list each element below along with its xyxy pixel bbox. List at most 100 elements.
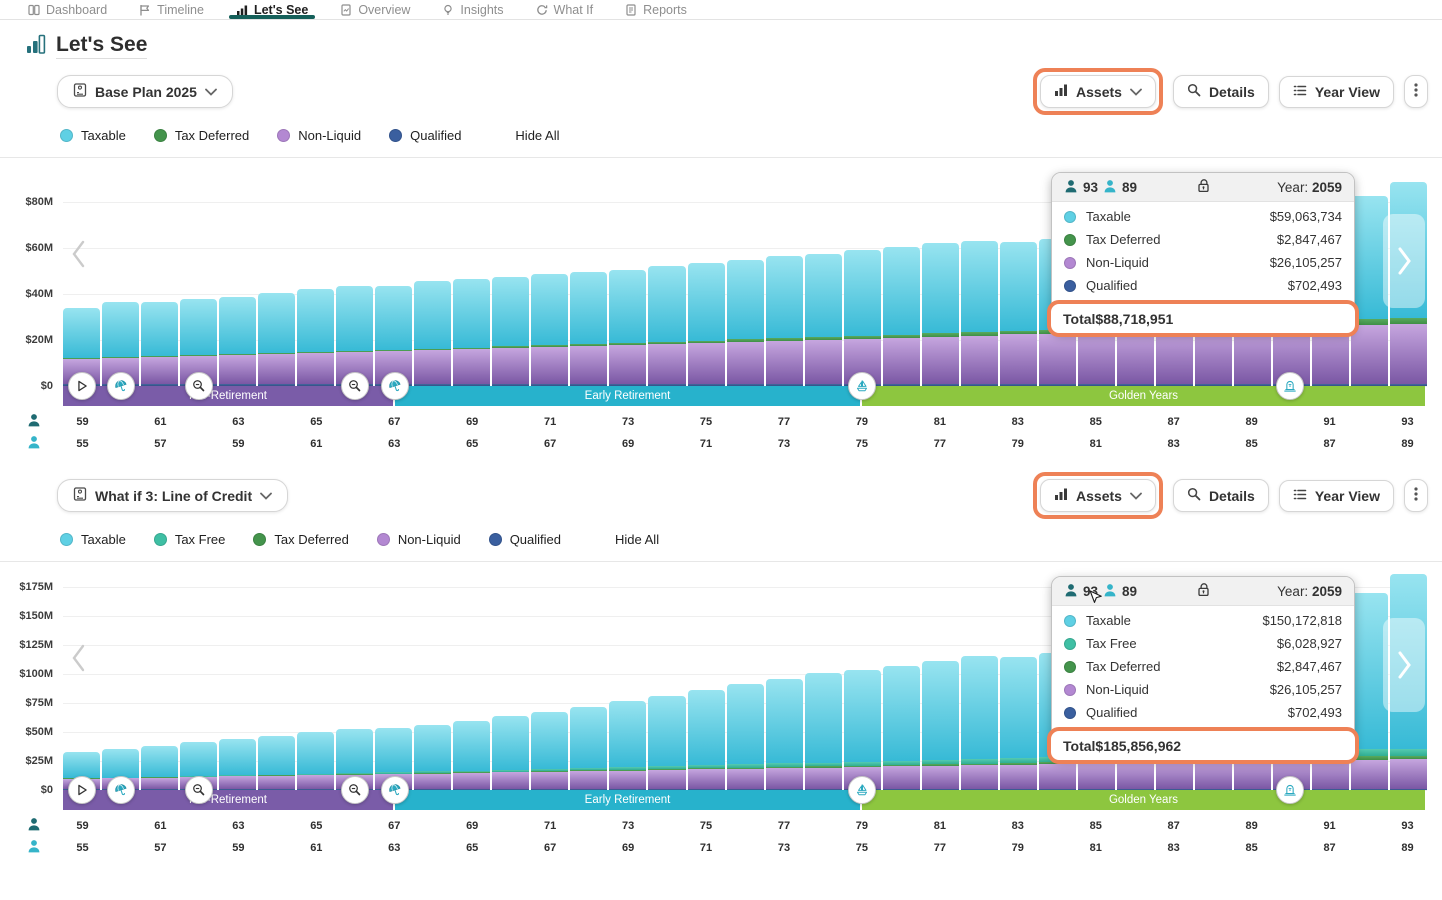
bar-age-74[interactable] — [648, 696, 685, 790]
assets-button[interactable]: Assets — [1040, 479, 1156, 512]
bar-age-68[interactable] — [414, 725, 451, 790]
bar-age-77[interactable] — [766, 256, 803, 386]
zoom-out-icon[interactable] — [341, 776, 369, 804]
nav-tab-overview[interactable]: Overview — [340, 0, 410, 19]
bar-age-70[interactable] — [492, 277, 529, 386]
bar-age-69[interactable] — [453, 721, 490, 790]
bar-age-75[interactable] — [688, 690, 725, 790]
nav-tab-what-if[interactable]: What If — [536, 0, 594, 19]
bar-segment-taxable — [1000, 657, 1037, 758]
bar-age-81[interactable] — [922, 661, 959, 790]
bar-age-78[interactable] — [805, 673, 842, 790]
scroll-left-button[interactable] — [71, 240, 86, 273]
bar-age-74[interactable] — [648, 266, 685, 386]
age-tick: 67 — [544, 842, 556, 854]
bar-age-65[interactable] — [297, 732, 334, 790]
legend-item-qualified[interactable]: Qualified — [389, 128, 461, 143]
bar-age-80[interactable] — [883, 666, 920, 790]
play-icon[interactable] — [68, 776, 96, 804]
bar-age-75[interactable] — [688, 263, 725, 386]
bar-age-72[interactable] — [570, 272, 607, 386]
bar-age-63[interactable] — [219, 297, 256, 386]
bar-age-73[interactable] — [609, 701, 646, 790]
search-icon — [1187, 487, 1201, 504]
age-tick: 85 — [1090, 820, 1102, 832]
details-button[interactable]: Details — [1173, 479, 1269, 512]
legend-item-taxdeferred[interactable]: Tax Deferred — [253, 532, 348, 547]
bar-age-79[interactable] — [844, 670, 881, 790]
scroll-left-button[interactable] — [71, 644, 86, 677]
bar-age-71[interactable] — [531, 274, 568, 386]
bar-age-76[interactable] — [727, 684, 764, 790]
sailboat-icon[interactable] — [848, 776, 876, 804]
age-tick: 67 — [544, 438, 556, 450]
sailboat-icon[interactable] — [848, 372, 876, 400]
umbrella-icon[interactable] — [381, 372, 409, 400]
nav-tab-timeline[interactable]: Timeline — [139, 0, 204, 19]
legend-item-taxfree[interactable]: Tax Free — [154, 532, 226, 547]
legend-item-qualified[interactable]: Qualified — [489, 532, 561, 547]
tombstone-icon[interactable] — [1276, 372, 1304, 400]
legend-item-nonliquid[interactable]: Non-Liquid — [377, 532, 461, 547]
details-button[interactable]: Details — [1173, 75, 1269, 108]
bar-age-68[interactable] — [414, 281, 451, 386]
bar-age-63[interactable] — [219, 739, 256, 790]
bar-age-83[interactable] — [1000, 657, 1037, 790]
bar-segment-taxable — [414, 725, 451, 771]
bar-age-69[interactable] — [453, 279, 490, 386]
person-icon — [1064, 583, 1078, 600]
nav-tab-let-s-see[interactable]: Let's See — [236, 0, 308, 19]
play-icon[interactable] — [68, 372, 96, 400]
bar-age-81[interactable] — [922, 243, 959, 386]
year-view-label: Year View — [1315, 488, 1380, 504]
bar-age-64[interactable] — [258, 293, 295, 386]
more-options-button[interactable] — [1404, 75, 1428, 108]
tooltip-row-taxable: Taxable$150,172,818 — [1052, 609, 1354, 632]
scroll-right-button[interactable] — [1383, 618, 1425, 712]
zoom-out-icon[interactable] — [185, 776, 213, 804]
bar-age-61[interactable] — [141, 746, 178, 790]
bar-age-72[interactable] — [570, 707, 607, 790]
legend-item-nonliquid[interactable]: Non-Liquid — [277, 128, 361, 143]
bar-age-80[interactable] — [883, 247, 920, 386]
tombstone-icon[interactable] — [1276, 776, 1304, 804]
bar-segment-taxable — [1000, 242, 1037, 331]
nav-tab-dashboard[interactable]: Dashboard — [28, 0, 107, 19]
bar-age-71[interactable] — [531, 712, 568, 790]
year-view-button[interactable]: Year View — [1279, 480, 1394, 512]
bar-age-65[interactable] — [297, 289, 334, 386]
bar-age-77[interactable] — [766, 679, 803, 790]
plan-selector[interactable]: Base Plan 2025 — [57, 75, 233, 108]
hide-all-button[interactable]: Hide All — [615, 532, 659, 547]
bar-age-82[interactable] — [961, 656, 998, 790]
bar-age-82[interactable] — [961, 241, 998, 386]
bar-age-83[interactable] — [1000, 242, 1037, 386]
bar-chart-icon — [1054, 487, 1068, 504]
nav-tab-insights[interactable]: Insights — [442, 0, 503, 19]
bar-age-73[interactable] — [609, 270, 646, 386]
plan-selector[interactable]: What if 3: Line of Credit — [57, 479, 288, 512]
legend-item-taxdeferred[interactable]: Tax Deferred — [154, 128, 249, 143]
umbrella-icon[interactable] — [381, 776, 409, 804]
bar-age-76[interactable] — [727, 260, 764, 386]
bar-age-79[interactable] — [844, 250, 881, 386]
bar-age-78[interactable] — [805, 254, 842, 386]
year-view-button[interactable]: Year View — [1279, 76, 1394, 108]
umbrella-icon[interactable] — [107, 372, 135, 400]
age-tick: 93 — [1401, 820, 1413, 832]
more-options-button[interactable] — [1404, 479, 1428, 512]
legend-item-taxable[interactable]: Taxable — [60, 128, 126, 143]
bar-age-67[interactable] — [375, 286, 412, 386]
bar-age-70[interactable] — [492, 716, 529, 790]
zoom-out-icon[interactable] — [185, 372, 213, 400]
legend-item-taxable[interactable]: Taxable — [60, 532, 126, 547]
scroll-right-button[interactable] — [1383, 214, 1425, 308]
umbrella-icon[interactable] — [107, 776, 135, 804]
zoom-out-icon[interactable] — [341, 372, 369, 400]
bar-age-66[interactable] — [336, 286, 373, 386]
nav-tab-reports[interactable]: Reports — [625, 0, 687, 19]
hide-all-button[interactable]: Hide All — [515, 128, 559, 143]
bar-age-64[interactable] — [258, 736, 295, 790]
assets-button[interactable]: Assets — [1040, 75, 1156, 108]
bar-age-61[interactable] — [141, 302, 178, 386]
